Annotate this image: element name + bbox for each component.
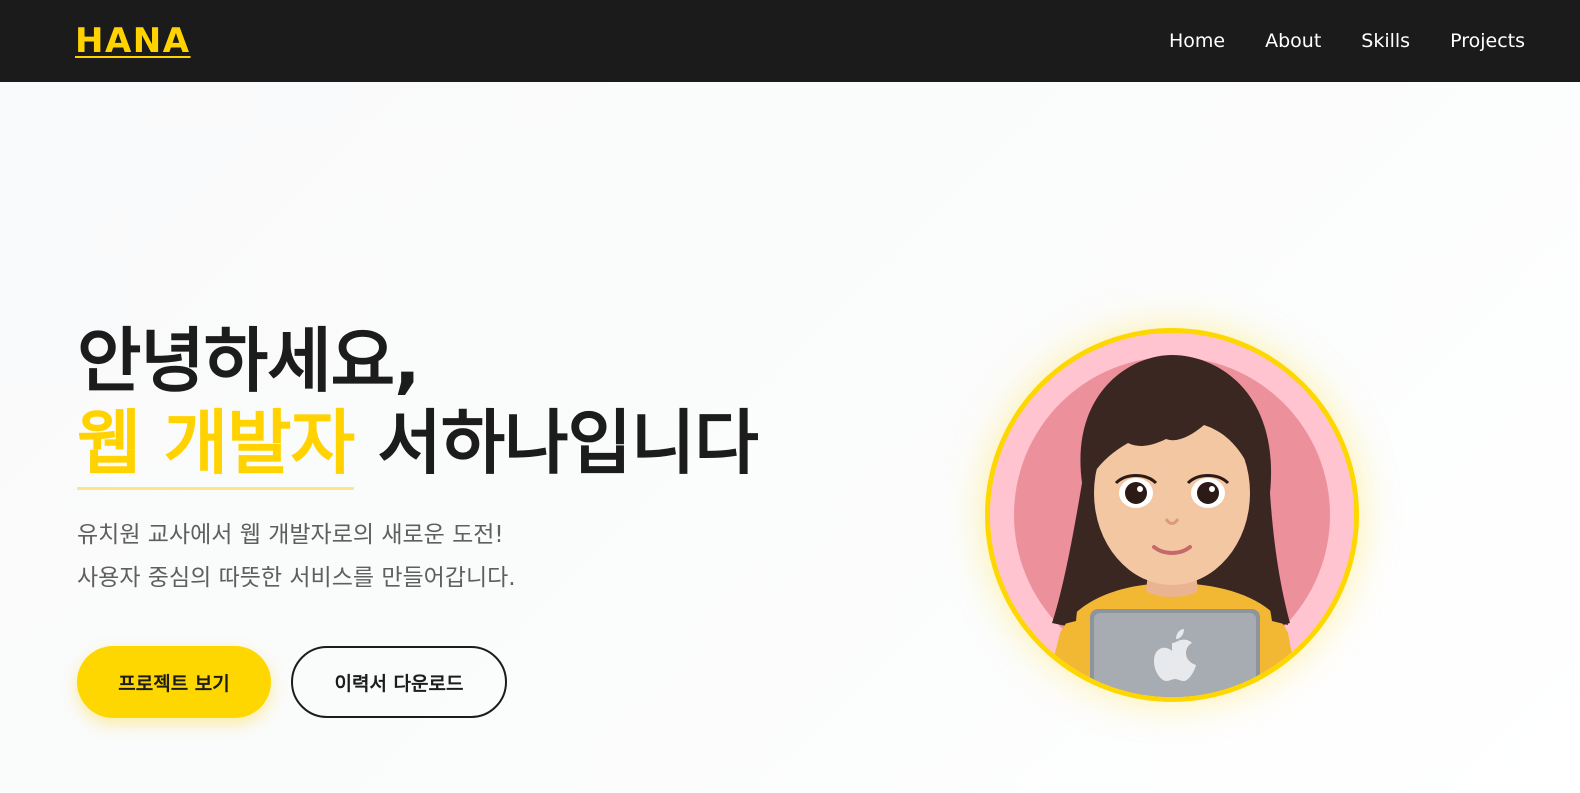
download-resume-button[interactable]: 이력서 다운로드 bbox=[291, 646, 507, 718]
hero-title-line-2: 웹 개발자 서하나입니다 bbox=[77, 402, 897, 490]
hero-description-line-2: 사용자 중심의 따뜻한 서비스를 만들어갑니다. bbox=[77, 565, 516, 591]
hero-greeting: 안녕하세요, bbox=[77, 320, 421, 402]
avatar bbox=[985, 328, 1359, 702]
memoji-avatar-icon bbox=[990, 333, 1354, 697]
hero-name: 서하나입니다 bbox=[377, 402, 758, 484]
hero-description-line-1: 유치원 교사에서 웹 개발자로의 새로운 도전! bbox=[77, 522, 504, 548]
hero-description: 유치원 교사에서 웹 개발자로의 새로운 도전! 사용자 중심의 따뜻한 서비스… bbox=[77, 514, 897, 600]
nav-link-about[interactable]: About bbox=[1265, 30, 1321, 52]
hero-buttons: 프로젝트 보기 이력서 다운로드 bbox=[77, 646, 507, 718]
navbar: HANA Home About Skills Projects bbox=[0, 0, 1580, 82]
nav-link-projects[interactable]: Projects bbox=[1450, 30, 1525, 52]
hero-highlight: 웹 개발자 bbox=[77, 402, 355, 490]
view-projects-button[interactable]: 프로젝트 보기 bbox=[77, 646, 271, 718]
hero-section: 안녕하세요, 웹 개발자 서하나입니다 유치원 교사에서 웹 개발자로의 새로운… bbox=[77, 320, 897, 600]
logo-link[interactable]: HANA bbox=[75, 21, 191, 61]
nav-link-skills[interactable]: Skills bbox=[1361, 30, 1410, 52]
hero-title: 안녕하세요, 웹 개발자 서하나입니다 bbox=[77, 320, 897, 490]
nav-links: Home About Skills Projects bbox=[1169, 30, 1525, 52]
nav-link-home[interactable]: Home bbox=[1169, 30, 1225, 52]
